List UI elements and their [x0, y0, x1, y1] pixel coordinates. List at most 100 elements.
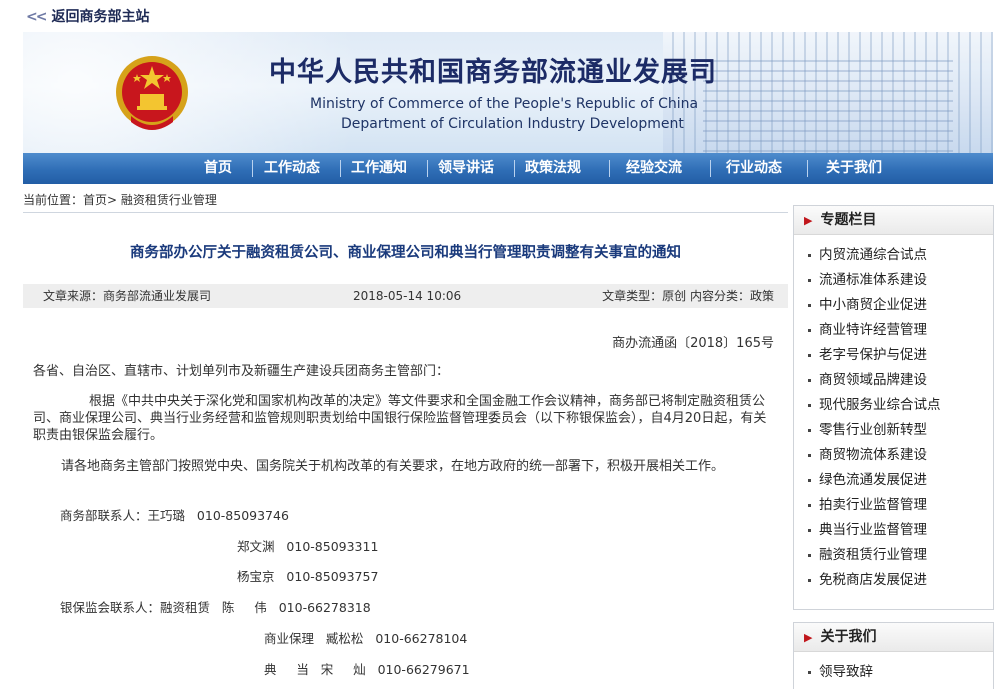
nav-about-us[interactable]: 关于我们 [819, 153, 889, 184]
nav-divider [807, 160, 808, 177]
sidebar-about-panel: ▶ 关于我们 领导致辞 [793, 622, 994, 689]
sidebar-topic-item[interactable]: 流通标准体系建设 [808, 268, 993, 293]
article-salutation: 各省、自治区、直辖市、计划单列市及新疆生产建设兵团商务主管部门： [33, 364, 450, 379]
sidebar-topic-item[interactable]: 老字号保护与促进 [808, 343, 993, 368]
sidebar-about-header: ▶ 关于我们 [794, 623, 993, 652]
bullet-icon [808, 528, 811, 532]
bullet-icon [808, 253, 811, 257]
breadcrumb-home[interactable]: 首页 [83, 193, 107, 207]
nav-divider [252, 160, 253, 177]
sidebar-topic-label[interactable]: 老字号保护与促进 [819, 347, 927, 363]
sidebar-topic-label[interactable]: 商贸物流体系建设 [819, 447, 927, 463]
nav-divider [609, 160, 610, 177]
site-title-cn: 中华人民共和国商务部流通业发展司 [269, 57, 717, 88]
sidebar-topic-item[interactable]: 典当行业监督管理 [808, 518, 993, 543]
sidebar-topic-item[interactable]: 内贸流通综合试点 [808, 243, 993, 268]
triangle-right-icon: ▶ [804, 631, 813, 644]
triangle-right-icon: ▶ [804, 214, 813, 227]
sidebar-topic-item[interactable]: 现代服务业综合试点 [808, 393, 993, 418]
sidebar-topics-panel: ▶ 专题栏目 内贸流通综合试点 流通标准体系建设 中小商贸企业促进 商业特许经营管… [793, 205, 994, 610]
main-nav: 首页 工作动态 工作通知 领导讲话 政策法规 经验交流 行业动态 关于我们 [23, 153, 993, 184]
header-banner: 中华人民共和国商务部流通业发展司 Ministry of Commerce of… [23, 32, 993, 153]
top-bar: << 返回商务部主站 [0, 0, 1006, 32]
article-meta-bar: 文章来源：商务部流通业发展司 2018-05-14 10:06 文章类型：原创 … [23, 284, 788, 308]
article-paragraph-2: 请各地商务主管部门按照党中央、国务院关于机构改革的有关要求，在地方政府的统一部署… [61, 459, 725, 474]
contact-line: 杨宝京 010-85093757 [237, 569, 379, 584]
sidebar-topic-label[interactable]: 典当行业监督管理 [819, 522, 927, 538]
sidebar-topic-item[interactable]: 商贸领域品牌建设 [808, 368, 993, 393]
site-title-en-department: Department of Circulation Industry Devel… [341, 116, 684, 132]
back-label: 返回商务部主站 [51, 9, 150, 25]
nav-leader-speeches[interactable]: 领导讲话 [431, 153, 501, 184]
sidebar-topic-item[interactable]: 中小商贸企业促进 [808, 293, 993, 318]
contact-line: 商业保理 臧松松 010-66278104 [264, 631, 468, 646]
article-source: 文章来源：商务部流通业发展司 [43, 289, 212, 303]
nav-home[interactable]: 首页 [187, 153, 249, 184]
bullet-icon [808, 303, 811, 307]
bullet-icon [808, 453, 811, 457]
sidebar-topic-item[interactable]: 零售行业创新转型 [808, 418, 993, 443]
bullet-icon [808, 670, 811, 674]
document-number: 商办流通函〔2018〕165号 [612, 336, 774, 351]
sidebar-topics-list: 内贸流通综合试点 流通标准体系建设 中小商贸企业促进 商业特许经营管理 老字号保… [794, 235, 993, 593]
article-date: 2018-05-14 10:06 [353, 289, 462, 303]
bullet-icon [808, 478, 811, 482]
sidebar-topic-item[interactable]: 商贸物流体系建设 [808, 443, 993, 468]
sidebar-about-item[interactable]: 领导致辞 [808, 660, 993, 685]
nav-divider [514, 160, 515, 177]
breadcrumb-label: 当前位置： [23, 193, 84, 207]
bullet-icon [808, 503, 811, 507]
sidebar-topic-label[interactable]: 零售行业创新转型 [819, 422, 927, 438]
contact-line: 典 当 宋 灿 010-66279671 [264, 662, 470, 677]
sidebar-topic-label[interactable]: 内贸流通综合试点 [819, 247, 927, 263]
bullet-icon [808, 578, 811, 582]
article-paragraph-1: 根据《中共中央关于深化党和国家机构改革的决定》等文件要求和全国金融工作会议精神，… [33, 394, 767, 443]
sidebar-topics-title: 专题栏目 [820, 212, 877, 228]
contact-line: 郑文渊 010-85093311 [237, 539, 379, 554]
sidebar-topic-item[interactable]: 融资租赁行业管理 [808, 543, 993, 568]
nav-policies[interactable]: 政策法规 [518, 153, 588, 184]
contact-line: 商务部联系人：王巧璐 010-85093746 [60, 508, 289, 523]
sidebar-topic-item[interactable]: 免税商店发展促进 [808, 568, 993, 593]
sidebar-topic-item[interactable]: 商业特许经营管理 [808, 318, 993, 343]
sidebar-topic-label[interactable]: 现代服务业综合试点 [819, 397, 941, 413]
sidebar-topic-label[interactable]: 商贸领域品牌建设 [819, 372, 927, 388]
nav-experience[interactable]: 经验交流 [619, 153, 689, 184]
national-emblem-icon [116, 56, 188, 130]
site-title-en-ministry: Ministry of Commerce of the People's Rep… [310, 96, 699, 112]
breadcrumb: 当前位置：首页> 融资租赁行业管理 [23, 190, 788, 213]
sidebar-topic-label[interactable]: 免税商店发展促进 [819, 572, 927, 588]
bullet-icon [808, 278, 811, 282]
nav-divider [710, 160, 711, 177]
sidebar-about-label[interactable]: 领导致辞 [819, 664, 873, 680]
bullet-icon [808, 403, 811, 407]
breadcrumb-current[interactable]: 融资租赁行业管理 [121, 193, 217, 207]
bullet-icon [808, 378, 811, 382]
article-title: 商务部办公厅关于融资租赁公司、商业保理公司和典当行管理职责调整有关事宜的通知 [130, 245, 681, 261]
nav-divider [427, 160, 428, 177]
nav-divider [340, 160, 341, 177]
contact-line: 银保监会联系人：融资租赁 陈 伟 010-66278318 [60, 600, 371, 615]
double-chevron-left-icon: << [26, 9, 48, 25]
sidebar-topic-label[interactable]: 商业特许经营管理 [819, 322, 927, 338]
article-type: 文章类型：原创 内容分类：政策 [602, 289, 774, 303]
bullet-icon [808, 353, 811, 357]
back-to-main-site-link[interactable]: << 返回商务部主站 [26, 6, 149, 26]
sidebar-topic-item[interactable]: 拍卖行业监督管理 [808, 493, 993, 518]
sidebar-topic-label[interactable]: 融资租赁行业管理 [819, 547, 927, 563]
sidebar-topic-item[interactable]: 绿色流通发展促进 [808, 468, 993, 493]
sidebar-about-title: 关于我们 [820, 629, 877, 645]
sidebar-topic-label[interactable]: 流通标准体系建设 [819, 272, 927, 288]
bullet-icon [808, 553, 811, 557]
nav-industry-news[interactable]: 行业动态 [719, 153, 789, 184]
sidebar-topic-label[interactable]: 拍卖行业监督管理 [819, 497, 927, 513]
bullet-icon [808, 328, 811, 332]
nav-work-notices[interactable]: 工作通知 [344, 153, 414, 184]
sidebar-topics-header: ▶ 专题栏目 [794, 206, 993, 235]
sidebar-topic-label[interactable]: 绿色流通发展促进 [819, 472, 927, 488]
breadcrumb-separator: > [107, 193, 118, 207]
bullet-icon [808, 428, 811, 432]
sidebar-about-list: 领导致辞 [794, 652, 993, 685]
sidebar-topic-label[interactable]: 中小商贸企业促进 [819, 297, 927, 313]
nav-work-news[interactable]: 工作动态 [257, 153, 327, 184]
